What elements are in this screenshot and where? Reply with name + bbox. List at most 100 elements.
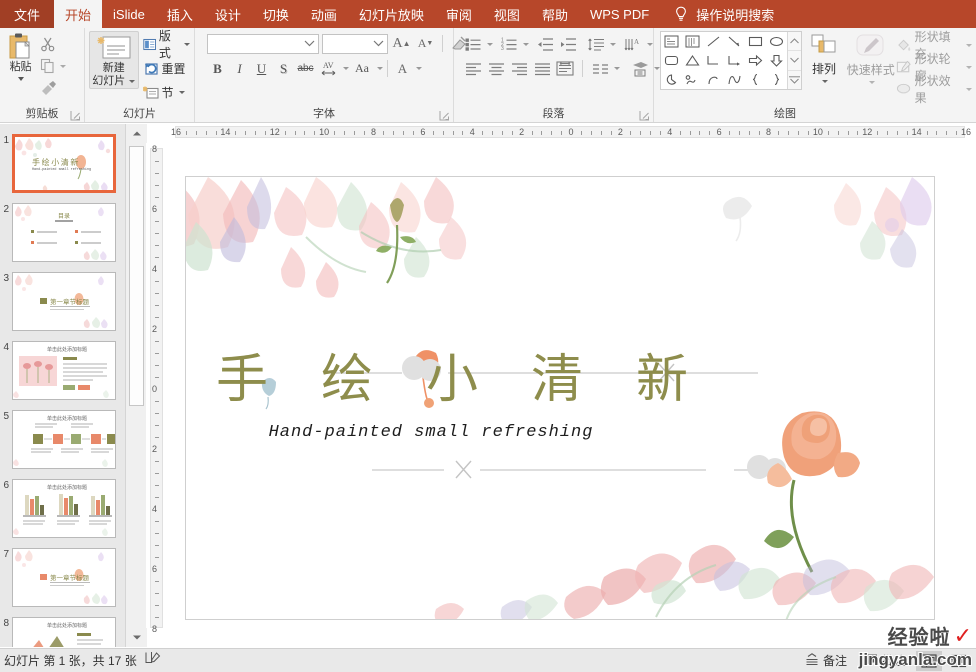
shape-vertical-textbox[interactable] bbox=[682, 32, 703, 51]
chevron-down-icon[interactable] bbox=[129, 80, 136, 83]
menu-item-slideshow[interactable]: 幻灯片放映 bbox=[348, 0, 435, 28]
chevron-down-icon[interactable] bbox=[416, 67, 422, 70]
thumbnail-item-5[interactable]: 5 单击此处添加标题 bbox=[0, 410, 128, 469]
change-case-button[interactable]: Aa bbox=[350, 58, 374, 79]
chevron-down-icon[interactable] bbox=[343, 67, 349, 70]
font-size-input[interactable] bbox=[322, 33, 388, 54]
lightbulb-icon[interactable] bbox=[660, 0, 694, 28]
columns-button[interactable] bbox=[589, 58, 611, 79]
align-center-button[interactable] bbox=[485, 58, 507, 79]
shape-gallery-scrollbar[interactable] bbox=[787, 32, 801, 89]
shape-curve[interactable] bbox=[724, 70, 745, 89]
shape-gallery[interactable] bbox=[660, 31, 802, 90]
chevron-down-icon[interactable] bbox=[965, 65, 972, 69]
scrollbar-thumb[interactable] bbox=[129, 146, 144, 406]
notes-button[interactable]: 备注 bbox=[799, 650, 853, 671]
scroll-down-button[interactable] bbox=[126, 628, 147, 647]
layout-button[interactable]: 版式 bbox=[142, 29, 190, 60]
thumbnail-item-1[interactable]: 1 手绘小清新 Hand-painted small refreshing bbox=[0, 134, 128, 193]
thumbnail-scrollbar[interactable] bbox=[125, 124, 147, 647]
font-color-button[interactable]: A bbox=[392, 58, 413, 79]
shape-arrow[interactable] bbox=[724, 32, 745, 51]
slide-subtitle[interactable]: Hand-painted small refreshing bbox=[216, 423, 646, 442]
shape-rectangle[interactable] bbox=[745, 32, 766, 51]
decrease-font-size-button[interactable]: A ▼ bbox=[415, 33, 436, 54]
shape-left-brace[interactable] bbox=[745, 70, 766, 89]
increase-font-size-button[interactable]: A ▲ bbox=[391, 33, 412, 54]
menu-item-home[interactable]: 开始 bbox=[54, 0, 103, 28]
format-painter-button[interactable] bbox=[37, 77, 80, 99]
scroll-up-button[interactable] bbox=[126, 124, 147, 143]
decrease-indent-button[interactable] bbox=[534, 34, 556, 55]
align-left-button[interactable] bbox=[462, 58, 484, 79]
thumbnail-slide[interactable]: 单击此处添加标题 bbox=[12, 410, 116, 469]
shape-right-arrow[interactable] bbox=[745, 51, 766, 70]
vertical-ruler[interactable]: 8 6 4 2 0 2 4 6 8 bbox=[150, 140, 165, 640]
menu-item-help[interactable]: 帮助 bbox=[531, 0, 579, 28]
quick-style-button[interactable]: 快速样式 bbox=[846, 31, 896, 84]
shape-line[interactable] bbox=[703, 32, 724, 51]
search-help-label[interactable]: 操作说明搜索 bbox=[694, 0, 785, 28]
slide-sorter-button[interactable] bbox=[946, 651, 972, 671]
new-slide-button[interactable]: 新建 幻灯片 bbox=[89, 31, 139, 89]
chevron-down-icon[interactable] bbox=[377, 67, 383, 70]
menu-item-view[interactable]: 视图 bbox=[483, 0, 531, 28]
thumbnail-item-7[interactable]: 7 第一章节标题 bbox=[0, 548, 128, 607]
menu-item-islide[interactable]: iSlide bbox=[102, 0, 156, 28]
distribute-columns-button[interactable] bbox=[554, 58, 576, 79]
menu-item-design[interactable]: 设计 bbox=[204, 0, 252, 28]
chevron-down-icon[interactable] bbox=[60, 64, 67, 68]
chevron-down-icon[interactable] bbox=[868, 81, 875, 84]
shape-rounded-rectangle[interactable] bbox=[661, 51, 682, 70]
shape-effect-button[interactable]: 形状效果 bbox=[896, 74, 972, 105]
numbered-list-button[interactable]: 1 2 3 bbox=[498, 34, 520, 55]
bullet-list-button[interactable] bbox=[462, 34, 484, 55]
cut-button[interactable] bbox=[37, 33, 80, 55]
slide-title[interactable]: 手 绘 小 清 新 bbox=[216, 337, 688, 412]
menu-item-transitions[interactable]: 切换 bbox=[252, 0, 300, 28]
reset-button[interactable]: 重置 bbox=[143, 56, 191, 80]
menu-item-file[interactable]: 文件 bbox=[0, 0, 55, 28]
chevron-down-icon[interactable] bbox=[184, 42, 190, 46]
chevron-down-icon[interactable] bbox=[647, 43, 653, 46]
comments-button[interactable]: 批注 bbox=[857, 650, 912, 671]
thumbnail-item-2[interactable]: 2 目录 bbox=[0, 203, 128, 262]
shape-scroll-down-button[interactable] bbox=[788, 51, 801, 71]
paste-button[interactable]: 粘贴 bbox=[4, 31, 37, 81]
clipboard-dialog-launcher[interactable] bbox=[70, 110, 81, 121]
chevron-down-icon[interactable] bbox=[487, 43, 493, 46]
chevron-down-icon[interactable] bbox=[523, 43, 529, 46]
font-name-input[interactable] bbox=[207, 33, 319, 54]
chevron-down-icon[interactable] bbox=[965, 87, 972, 91]
shape-textbox[interactable] bbox=[661, 32, 682, 51]
thumbnail-slide[interactable]: 第一章节标题 bbox=[12, 272, 116, 331]
convert-smartart-button[interactable] bbox=[629, 58, 651, 79]
thumbnail-slide[interactable]: 单击此处添加标题 bbox=[12, 617, 116, 647]
text-direction-button[interactable]: A bbox=[622, 34, 644, 55]
menu-item-review[interactable]: 审阅 bbox=[435, 0, 483, 28]
thumbnail-slide[interactable]: 目录 bbox=[12, 203, 116, 262]
strikethrough-button[interactable]: abc bbox=[295, 58, 316, 79]
chevron-down-icon[interactable] bbox=[965, 43, 972, 47]
shape-freeform[interactable] bbox=[682, 70, 703, 89]
section-button[interactable]: 节 bbox=[142, 80, 191, 104]
menu-item-wps-pdf[interactable]: WPS PDF bbox=[579, 0, 660, 28]
normal-view-button[interactable] bbox=[916, 650, 942, 671]
chevron-down-icon[interactable] bbox=[821, 80, 828, 83]
menu-item-insert[interactable]: 插入 bbox=[156, 0, 204, 28]
increase-indent-button[interactable] bbox=[557, 34, 579, 55]
shadow-button[interactable]: S bbox=[273, 58, 294, 79]
bold-button[interactable]: B bbox=[207, 58, 228, 79]
spell-check-icon[interactable] bbox=[145, 651, 161, 670]
thumbnail-slide[interactable]: 单击此处添加标题 bbox=[12, 341, 116, 400]
character-spacing-button[interactable]: AV bbox=[317, 58, 340, 79]
italic-button[interactable]: I bbox=[229, 58, 250, 79]
paragraph-dialog-launcher[interactable] bbox=[639, 110, 650, 121]
align-right-button[interactable] bbox=[508, 58, 530, 79]
justify-button[interactable] bbox=[531, 58, 553, 79]
shape-right-brace[interactable] bbox=[766, 70, 787, 89]
thumbnail-item-3[interactable]: 3 第一章节标题 bbox=[0, 272, 128, 331]
chevron-down-icon[interactable] bbox=[614, 67, 620, 70]
shape-ellipse[interactable] bbox=[766, 32, 787, 51]
shape-pie[interactable] bbox=[661, 70, 682, 89]
